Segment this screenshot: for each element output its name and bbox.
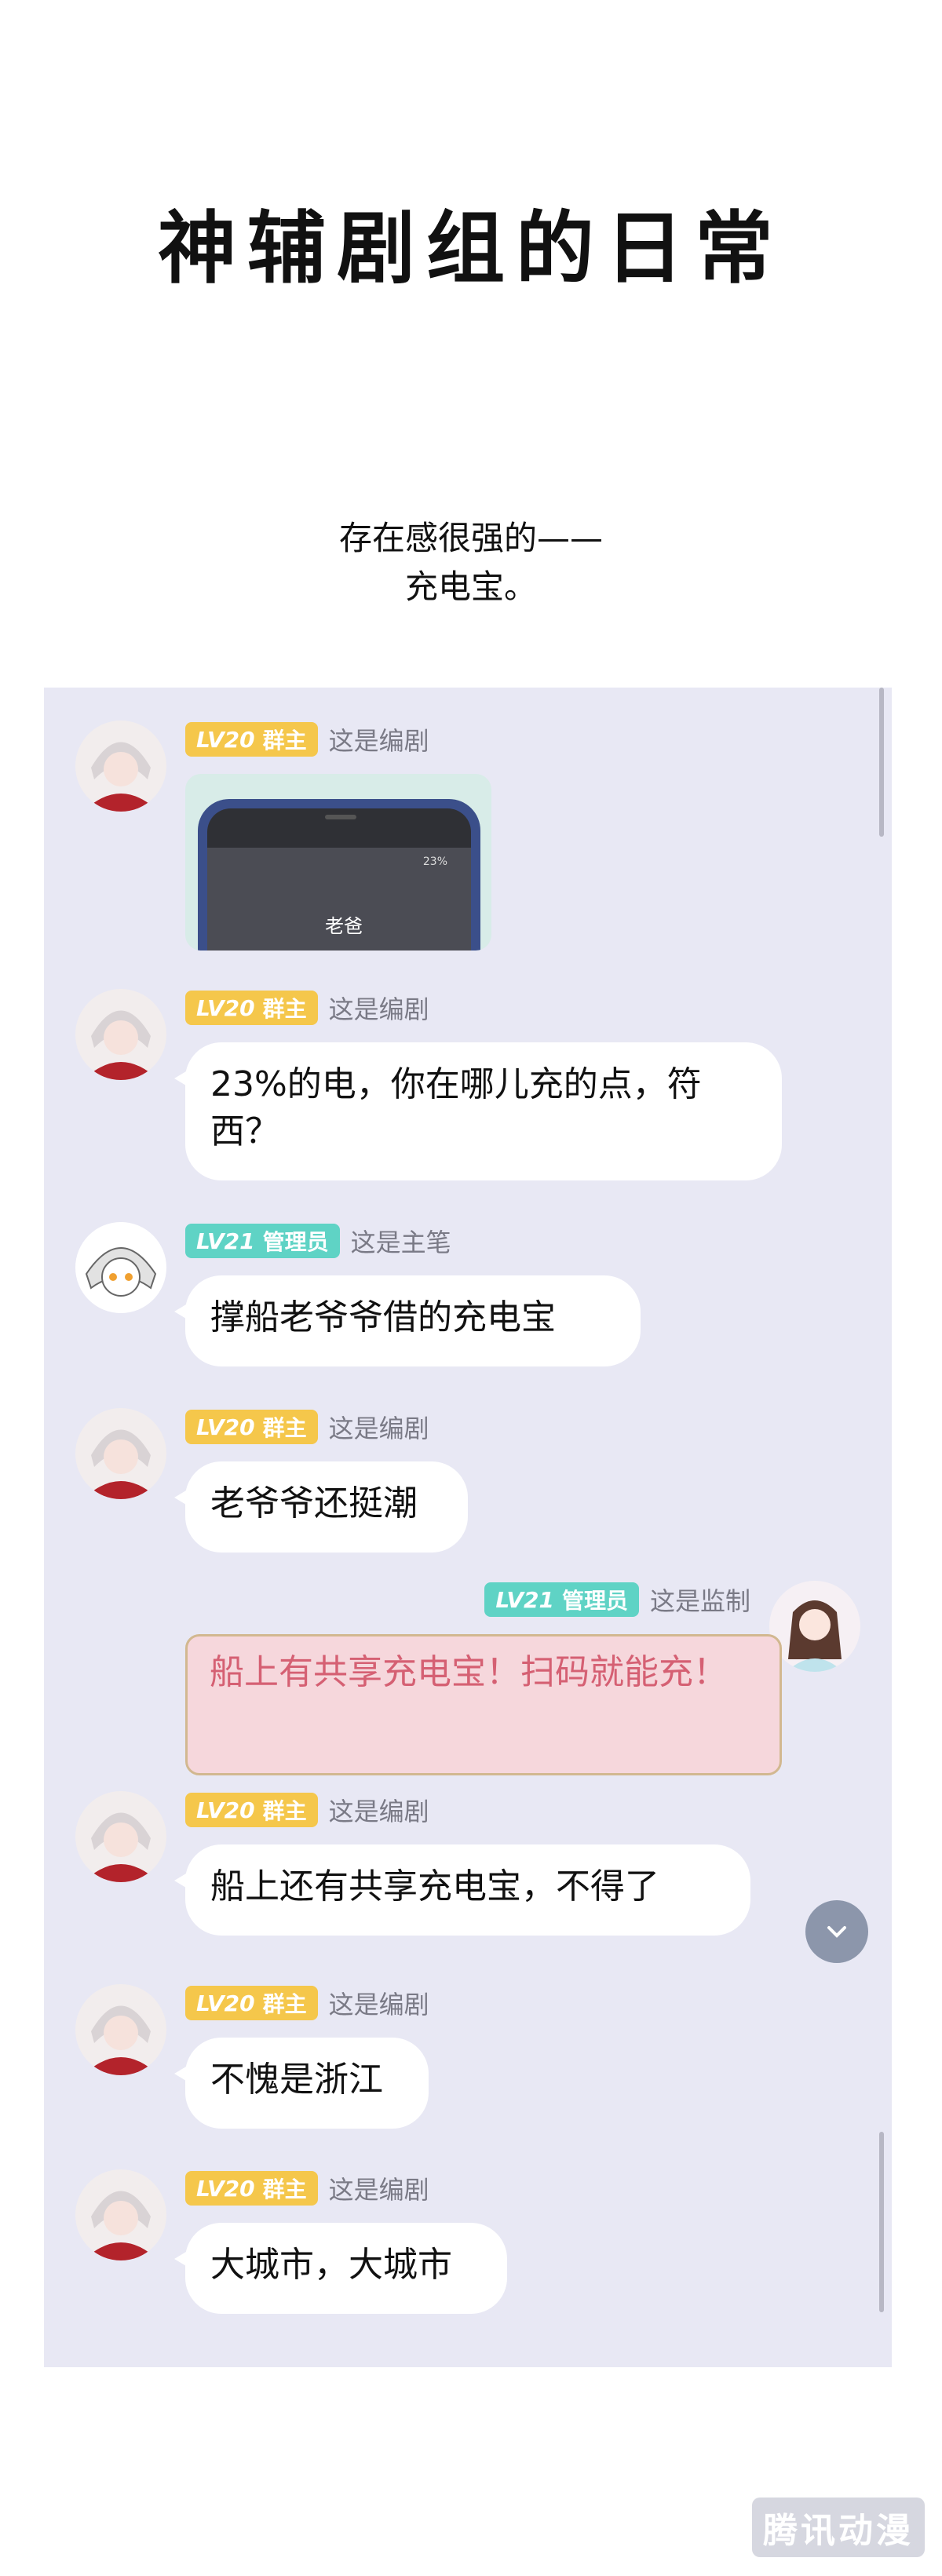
message-meta: LV21 管理员 这是监制 xyxy=(484,1581,750,1618)
message-bubble[interactable]: 船上还有共享充电宝，不得了 xyxy=(174,1844,750,1936)
subtitle-line-1: 存在感很强的—— xyxy=(338,519,603,557)
avatar-writer[interactable] xyxy=(75,989,166,1080)
scrollbar-top[interactable] xyxy=(879,688,884,837)
message-meta: LV20 群主 这是编剧 xyxy=(185,2169,429,2207)
scroll-down-button[interactable] xyxy=(805,1900,868,1963)
nickname: 这是编剧 xyxy=(328,2175,429,2205)
avatar-artist[interactable] xyxy=(75,1222,166,1313)
message-meta: LV20 群主 这是编剧 xyxy=(185,1984,429,2022)
level-badge: LV20 群主 xyxy=(185,991,318,1025)
chevron-down-icon xyxy=(827,1926,846,1938)
message-meta: LV20 群主 这是编剧 xyxy=(185,1408,429,1446)
message-meta: LV20 群主 这是编剧 xyxy=(185,989,429,1027)
avatar-writer[interactable] xyxy=(75,1791,166,1882)
nickname: 这是编剧 xyxy=(328,726,429,756)
avatar-writer[interactable] xyxy=(75,1984,166,2075)
nickname: 这是编剧 xyxy=(328,994,429,1024)
scrollbar-thumb[interactable] xyxy=(879,2132,884,2312)
level-badge: LV20 群主 xyxy=(185,1986,318,2020)
message-meta: LV20 群主 这是编剧 xyxy=(185,1791,429,1829)
chat-window[interactable]: LV20 群主 这是编剧 23% 老爸 LV20 群主 这是编剧 23%的电，你在哪… xyxy=(44,688,892,2367)
subtitle: 存在感很强的—— 充电宝。 xyxy=(0,514,942,611)
avatar-producer[interactable] xyxy=(769,1581,860,1672)
message-bubble[interactable]: 23%的电，你在哪儿充的点，符西？ xyxy=(174,1042,782,1180)
battery-status: 23% xyxy=(422,856,447,868)
level-badge: LV20 群主 xyxy=(185,1793,318,1827)
level-badge: LV21 管理员 xyxy=(484,1582,639,1617)
avatar-writer[interactable] xyxy=(75,721,166,812)
message-meta: LV20 群主 这是编剧 xyxy=(185,721,429,758)
message-bubble[interactable]: 老爷爷还挺潮 xyxy=(174,1461,468,1553)
nickname: 这是编剧 xyxy=(328,1990,429,2020)
message-bubble[interactable]: 撑船老爷爷借的充电宝 xyxy=(174,1275,641,1366)
nickname: 这是编剧 xyxy=(328,1414,429,1443)
message-bubble[interactable]: 大城市，大城市 xyxy=(174,2223,507,2314)
image-message[interactable]: 23% 老爸 xyxy=(185,774,491,950)
message-bubble-pink[interactable]: 船上有共享充电宝！扫码就能充！ xyxy=(185,1634,782,1775)
nickname: 这是监制 xyxy=(649,1586,750,1616)
level-badge: LV21 管理员 xyxy=(185,1224,340,1258)
message-bubble[interactable]: 不愧是浙江 xyxy=(174,2038,429,2129)
level-badge: LV20 群主 xyxy=(185,1410,318,1444)
phone-image: 23% 老爸 xyxy=(198,799,480,950)
level-badge: LV20 群主 xyxy=(185,722,318,757)
avatar-writer[interactable] xyxy=(75,1408,166,1499)
avatar-writer[interactable] xyxy=(75,2169,166,2260)
nickname: 这是编剧 xyxy=(328,1797,429,1826)
nickname: 这是主笔 xyxy=(350,1228,451,1257)
message-meta: LV21 管理员 这是主笔 xyxy=(185,1222,451,1260)
page-title: 神辅剧组的日常 xyxy=(158,203,784,294)
watermark: 腾讯动漫 xyxy=(752,2498,925,2557)
level-badge: LV20 群主 xyxy=(185,2171,318,2206)
caller-name: 老爸 xyxy=(325,915,363,937)
subtitle-line-2: 充电宝。 xyxy=(404,567,537,606)
